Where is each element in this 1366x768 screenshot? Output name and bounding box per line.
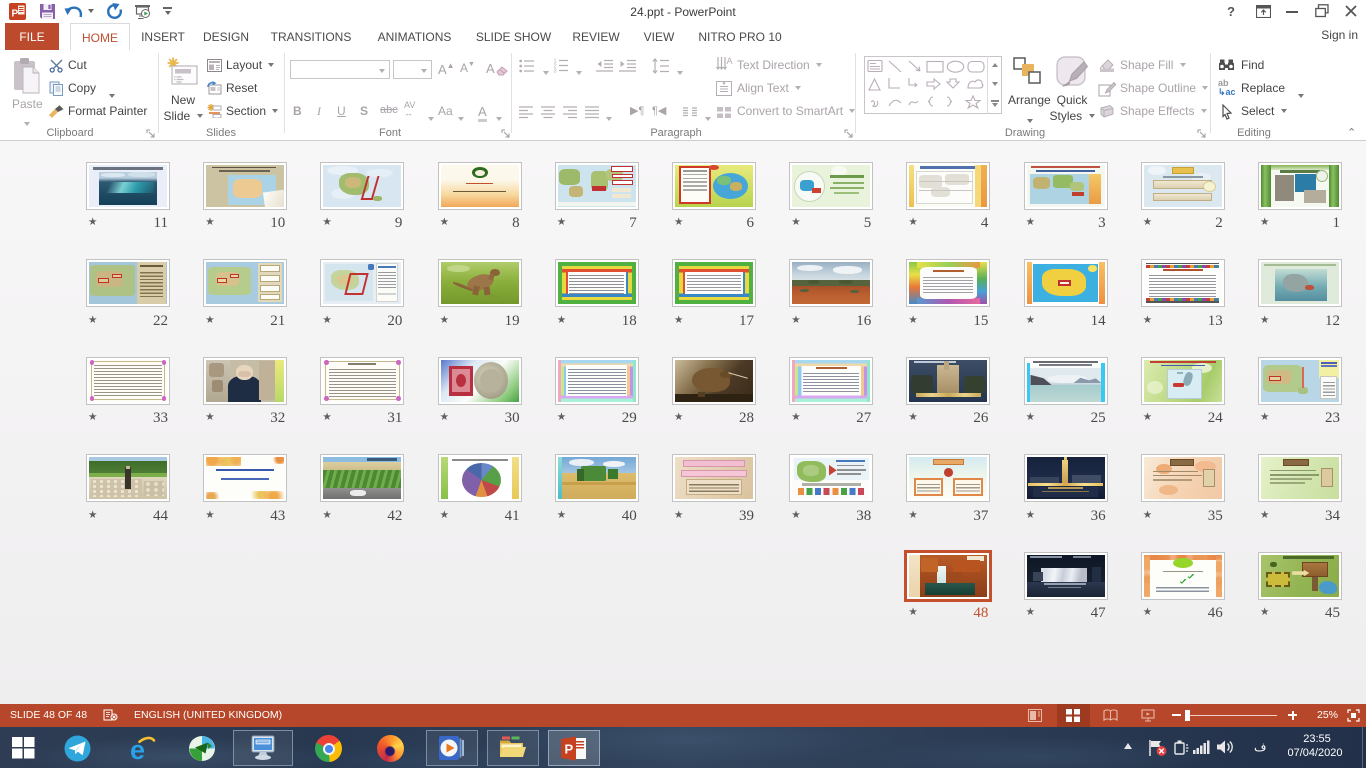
- svg-text:3: 3: [554, 69, 557, 74]
- svg-text:P: P: [12, 9, 19, 20]
- svg-text:P: P: [565, 742, 574, 757]
- svg-text:A: A: [727, 56, 733, 66]
